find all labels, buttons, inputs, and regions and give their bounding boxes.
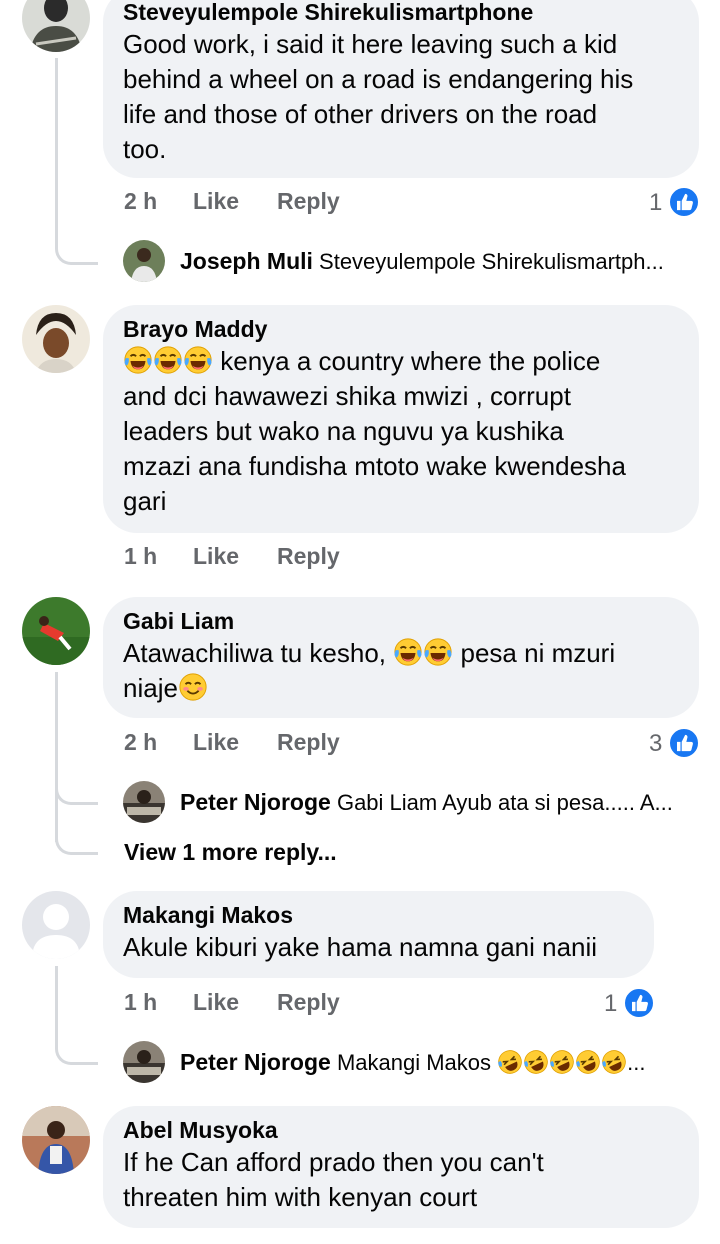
reply-author[interactable]: Joseph Muli bbox=[180, 248, 313, 274]
reply-text: Gabi Liam Ayub ata si pesa..... A... bbox=[336, 790, 673, 815]
comment-author[interactable]: Makangi Makos bbox=[123, 900, 634, 930]
avatar[interactable] bbox=[22, 891, 90, 959]
reply-author[interactable]: Peter Njoroge bbox=[180, 1049, 331, 1075]
thread-line bbox=[55, 672, 58, 842]
thread-connector bbox=[55, 770, 98, 805]
comment-bubble[interactable]: Makangi Makos Akule kiburi yake hama nam… bbox=[103, 891, 654, 978]
tears-of-joy-emoji-icon bbox=[183, 345, 213, 375]
reply-button[interactable]: Reply bbox=[277, 729, 340, 756]
comment-time: 2 h bbox=[124, 188, 158, 214]
like-reaction-icon bbox=[668, 727, 700, 759]
tears-of-joy-emoji-icon bbox=[393, 637, 423, 667]
like-button[interactable]: Like bbox=[193, 729, 239, 756]
smiling-emoji-icon bbox=[178, 672, 208, 702]
reply-text: Steveyulempole Shirekulismartph... bbox=[319, 249, 664, 274]
reaction-count[interactable]: 1 bbox=[604, 990, 617, 1018]
reply-preview[interactable]: Joseph Muli Steveyulempole Shirekulismar… bbox=[180, 248, 700, 275]
comment-author[interactable]: Brayo Maddy bbox=[123, 314, 679, 344]
rofl-emoji-icon bbox=[601, 1049, 627, 1075]
avatar[interactable] bbox=[22, 0, 90, 52]
thread-connector bbox=[55, 226, 98, 265]
rofl-emoji-icon bbox=[497, 1049, 523, 1075]
comment-text: Atawachiliwa tu kesho, pesa ni mzuri nia… bbox=[123, 637, 616, 703]
reaction-count[interactable]: 3 bbox=[649, 730, 662, 758]
reply-button[interactable]: Reply bbox=[277, 188, 340, 215]
comment-bubble[interactable]: Gabi Liam Atawachiliwa tu kesho, pesa ni… bbox=[103, 597, 699, 718]
thread-line bbox=[55, 966, 58, 1026]
comment-author[interactable]: Abel Musyoka bbox=[123, 1115, 679, 1145]
avatar[interactable] bbox=[22, 597, 90, 665]
reaction-count[interactable]: 1 bbox=[649, 189, 662, 217]
comment-bubble[interactable]: Abel Musyoka If he Can afford prado then… bbox=[103, 1106, 699, 1228]
thread-connector bbox=[55, 1026, 98, 1065]
like-button[interactable]: Like bbox=[193, 543, 239, 570]
avatar[interactable] bbox=[123, 781, 165, 823]
comment-time: 1 h bbox=[124, 989, 158, 1015]
thread-connector bbox=[55, 820, 98, 855]
comment-bubble[interactable]: Brayo Maddy kenya a country where the po… bbox=[103, 305, 699, 533]
like-button[interactable]: Like bbox=[193, 188, 239, 215]
tears-of-joy-emoji-icon bbox=[153, 345, 183, 375]
avatar[interactable] bbox=[123, 1041, 165, 1083]
comment-text: Akule kiburi yake hama namna gani nanii bbox=[123, 932, 598, 962]
like-reaction-icon bbox=[668, 186, 700, 218]
rofl-emoji-icon bbox=[549, 1049, 575, 1075]
comment-author[interactable]: Steveyulempole Shirekulismartphone bbox=[123, 0, 679, 27]
avatar[interactable] bbox=[22, 1106, 90, 1174]
like-button[interactable]: Like bbox=[193, 989, 239, 1016]
comment-author[interactable]: Gabi Liam bbox=[123, 606, 679, 636]
reply-preview[interactable]: Peter Njoroge Makangi Makos ... bbox=[180, 1049, 700, 1076]
comment-time: 2 h bbox=[124, 729, 158, 755]
thread-line bbox=[55, 58, 58, 238]
reply-text: Makangi Makos bbox=[336, 1050, 492, 1075]
reply-author[interactable]: Peter Njoroge bbox=[180, 789, 331, 815]
comment-bubble[interactable]: Steveyulempole Shirekulismartphone Good … bbox=[103, 0, 699, 178]
avatar[interactable] bbox=[22, 305, 90, 373]
tears-of-joy-emoji-icon bbox=[123, 345, 153, 375]
rofl-emoji-icon bbox=[523, 1049, 549, 1075]
comment-text: Good work, i said it here leaving such a… bbox=[123, 29, 634, 164]
comment-time: 1 h bbox=[124, 543, 158, 569]
comment-text: If he Can afford prado then you can't th… bbox=[123, 1147, 544, 1212]
reply-button[interactable]: Reply bbox=[277, 543, 340, 570]
reply-button[interactable]: Reply bbox=[277, 989, 340, 1016]
avatar[interactable] bbox=[123, 240, 165, 282]
like-reaction-icon bbox=[623, 987, 655, 1019]
rofl-emoji-icon bbox=[575, 1049, 601, 1075]
view-more-replies-link[interactable]: View 1 more reply... bbox=[124, 839, 337, 866]
tears-of-joy-emoji-icon bbox=[423, 637, 453, 667]
reply-preview[interactable]: Peter Njoroge Gabi Liam Ayub ata si pesa… bbox=[180, 789, 700, 816]
comment-text: kenya a country where the police and dci… bbox=[123, 345, 626, 516]
